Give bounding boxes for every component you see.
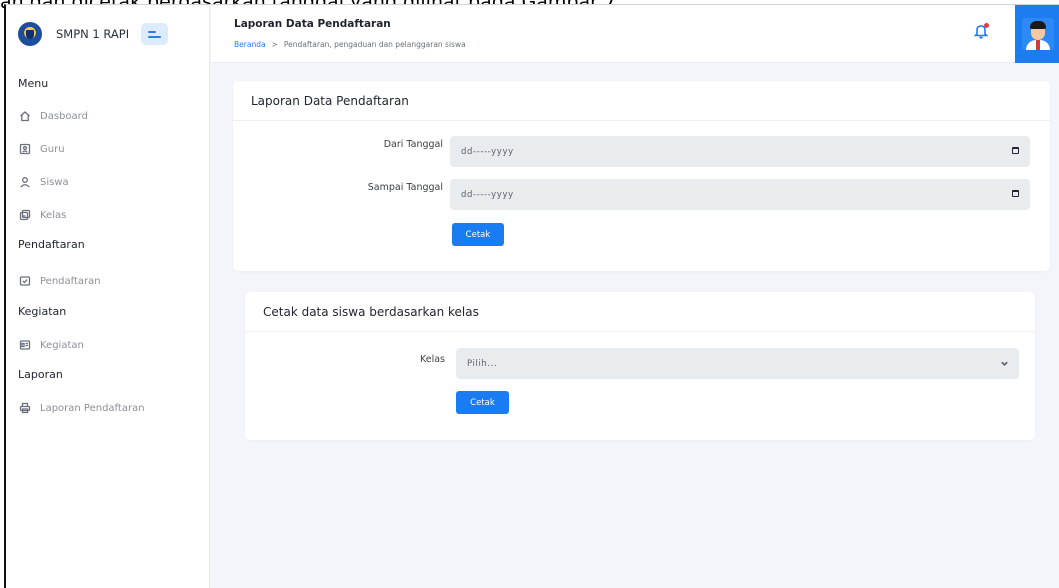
breadcrumb-home-link[interactable]: Beranda <box>234 40 266 49</box>
checkbox-icon <box>19 275 31 287</box>
sidebar-toggle-button[interactable] <box>141 23 169 45</box>
sidebar-item-label: Guru <box>40 143 65 155</box>
top-bar: Laporan Data Pendaftaran Beranda > Pendaft… <box>211 5 1059 63</box>
breadcrumb: Beranda > Pendaftaran, pengaduan dan pelan… <box>234 40 466 49</box>
home-icon <box>19 110 31 122</box>
printer-icon <box>19 402 31 414</box>
sidebar-item-siswa[interactable]: Siswa <box>6 173 209 191</box>
school-logo <box>18 22 42 46</box>
notification-dot <box>984 23 989 28</box>
calendar-icon[interactable] <box>1012 147 1019 154</box>
sidebar-item-label: Siswa <box>40 176 69 188</box>
brand: SMPN 1 RAPI <box>6 5 209 63</box>
brand-name: SMPN 1 RAPI <box>56 27 130 41</box>
notification-bell-icon[interactable] <box>973 23 989 39</box>
page-title: Laporan Data Pendaftaran <box>234 18 391 30</box>
teacher-icon <box>19 143 31 155</box>
print-date-report-button[interactable]: Cetak <box>452 223 504 246</box>
nav-section-laporan: Laporan <box>18 368 63 381</box>
nav-section-kegiatan: Kegiatan <box>18 305 67 318</box>
sidebar-item-dasboard[interactable]: Dasboard <box>6 107 209 125</box>
nav-section-menu: Menu <box>18 77 49 90</box>
sidebar-item-laporan-pendaftaran[interactable]: Laporan Pendaftaran <box>6 399 209 417</box>
nav-section-pendaftaran: Pendaftaran <box>18 238 85 251</box>
chevron-down-icon <box>1000 359 1009 371</box>
sidebar-item-kegiatan[interactable]: Kegiatan <box>6 336 209 354</box>
to-date-placeholder: dd-----yyyy <box>461 189 514 200</box>
from-date-label: Dari Tanggal <box>383 139 443 150</box>
report-date-card: Laporan Data Pendaftaran Dari Tanggal dd… <box>233 81 1050 271</box>
sidebar-item-label: Kegiatan <box>40 339 84 351</box>
from-date-placeholder: dd-----yyyy <box>461 146 514 157</box>
sidebar-item-kelas[interactable]: Kelas <box>6 206 209 224</box>
print-by-class-card: Cetak data siswa berdasarkan kelas Kelas… <box>245 292 1035 440</box>
card-title: Cetak data siswa berdasarkan kelas <box>245 292 1035 332</box>
sidebar-item-pendaftaran[interactable]: Pendaftaran <box>6 272 209 290</box>
class-select-value: Pilih... <box>467 358 498 369</box>
sidebar: SMPN 1 RAPI Menu Dasboard Guru Siswa Kel… <box>6 5 210 588</box>
activity-icon <box>19 339 31 351</box>
print-class-report-button[interactable]: Cetak <box>456 391 509 414</box>
class-icon <box>19 209 31 221</box>
user-icon <box>19 176 31 188</box>
breadcrumb-current: Pendaftaran, pengaduan dan pelanggaran s… <box>283 40 466 49</box>
breadcrumb-separator: > <box>271 40 278 49</box>
sidebar-item-label: Dasboard <box>40 110 88 122</box>
calendar-icon[interactable] <box>1012 190 1019 197</box>
user-menu-button[interactable] <box>1015 5 1059 63</box>
avatar <box>1022 18 1054 50</box>
sidebar-item-label: Kelas <box>40 209 67 221</box>
to-date-label: Sampai Tanggal <box>367 182 443 193</box>
to-date-input[interactable]: dd-----yyyy <box>450 179 1030 210</box>
sidebar-item-label: Pendaftaran <box>40 275 101 287</box>
sidebar-item-label: Laporan Pendaftaran <box>40 402 145 414</box>
app-window: SMPN 1 RAPI Menu Dasboard Guru Siswa Kel… <box>4 4 1059 588</box>
class-select[interactable]: Pilih... <box>456 348 1019 379</box>
sidebar-item-guru[interactable]: Guru <box>6 140 209 158</box>
from-date-input[interactable]: dd-----yyyy <box>450 136 1030 167</box>
card-title: Laporan Data Pendaftaran <box>233 81 1050 121</box>
class-label: Kelas <box>419 354 445 365</box>
